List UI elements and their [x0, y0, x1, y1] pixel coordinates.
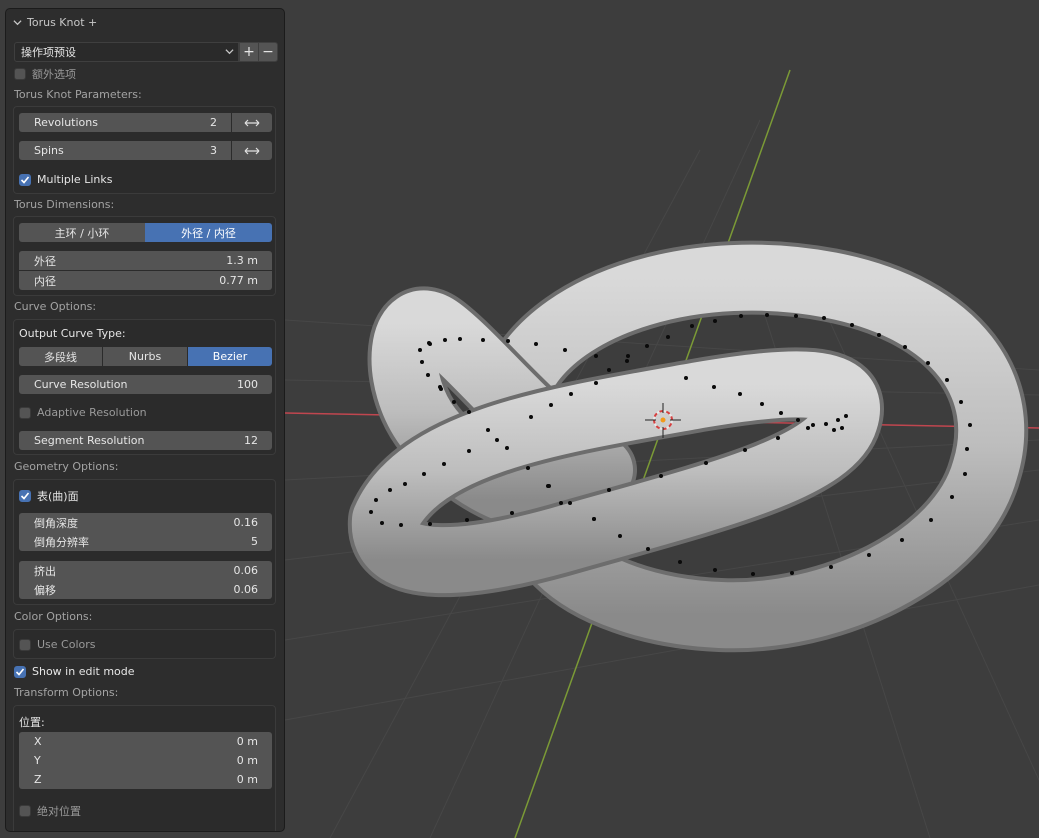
checkbox-box — [14, 665, 26, 678]
curve-resolution-value: 100 — [237, 378, 258, 391]
adaptive-resolution-checkbox[interactable]: Adaptive Resolution — [19, 406, 147, 419]
location-z-field[interactable]: Z 0 m — [19, 770, 272, 789]
output-curve-type-label: Output Curve Type: — [19, 327, 126, 340]
show-in-edit-mode-checkbox[interactable]: Show in edit mode — [14, 665, 135, 678]
outer-radius-field[interactable]: 外径 1.3 m — [19, 251, 272, 270]
adaptive-resolution-label: Adaptive Resolution — [37, 406, 147, 419]
inner-radius-field[interactable]: 内径 0.77 m — [19, 271, 272, 290]
absolute-location-checkbox[interactable]: 绝对位置 — [19, 803, 81, 819]
checkbox-box — [19, 173, 31, 186]
panel-header[interactable]: Torus Knot + — [13, 14, 97, 30]
offset-value: 0.06 — [233, 583, 259, 596]
surface-label: 表(曲)面 — [37, 490, 79, 503]
location-y-field[interactable]: Y 0 m — [19, 751, 272, 770]
bevel-depth-label: 倒角深度 — [34, 516, 78, 530]
checkmark-icon — [20, 492, 30, 500]
preset-dropdown[interactable]: 操作项预设 — [14, 42, 239, 62]
curve-type-bezier-button[interactable]: Bezier — [188, 347, 272, 366]
torus-knot-parameters-box: Revolutions 2 Spins 3 Multiple Links — [13, 106, 276, 194]
offset-field[interactable]: 偏移 0.06 — [19, 580, 272, 599]
use-colors-checkbox[interactable]: Use Colors — [19, 638, 96, 651]
location-label: 位置: — [19, 716, 45, 729]
checkbox-box — [19, 638, 31, 651]
extra-options-label: 额外选项 — [32, 68, 76, 81]
horizontal-arrows-icon — [244, 147, 260, 154]
bevel-depth-field[interactable]: 倒角深度 0.16 — [19, 513, 272, 532]
outer-radius-value: 1.3 m — [226, 254, 258, 267]
section-heading-curve-options: Curve Options: — [14, 300, 97, 313]
color-options-box: Use Colors — [13, 629, 276, 659]
spins-value: 3 — [210, 144, 217, 157]
revolutions-link-button[interactable] — [232, 113, 272, 132]
location-z-label: Z — [34, 773, 42, 786]
segment-resolution-label: Segment Resolution — [34, 434, 145, 447]
curve-type-poly-button[interactable]: 多段线 — [19, 347, 102, 366]
curve-resolution-field[interactable]: Curve Resolution 100 — [19, 375, 272, 394]
checkmark-icon — [20, 175, 30, 184]
redo-last-panel: Torus Knot + 操作项预设 + − 额外选项 Torus Knot P… — [5, 8, 285, 832]
inner-radius-label: 内径 — [34, 274, 56, 288]
inner-radius-value: 0.77 m — [219, 274, 258, 287]
location-x-field[interactable]: X 0 m — [19, 732, 272, 751]
use-colors-label: Use Colors — [37, 638, 96, 651]
bevel-resolution-label: 倒角分辨率 — [34, 535, 89, 549]
revolutions-field[interactable]: Revolutions 2 — [19, 113, 231, 132]
chevron-down-icon — [13, 19, 22, 25]
add-preset-button[interactable]: + — [239, 42, 259, 62]
offset-label: 偏移 — [34, 583, 56, 597]
section-heading-transform-options: Transform Options: — [14, 686, 119, 699]
bevel-resolution-value: 5 — [251, 535, 258, 548]
revolutions-label: Revolutions — [34, 116, 98, 129]
preset-label: 操作项预设 — [21, 46, 76, 59]
curve-options-box: Output Curve Type: 多段线 Nurbs Bezier Curv… — [13, 319, 276, 455]
location-y-label: Y — [34, 754, 41, 767]
checkbox-box — [14, 68, 26, 80]
remove-preset-button[interactable]: − — [258, 42, 278, 62]
curve-resolution-label: Curve Resolution — [34, 378, 128, 391]
outer-radius-label: 外径 — [34, 254, 56, 268]
extra-options-checkbox[interactable]: 额外选项 — [14, 66, 76, 82]
horizontal-arrows-icon — [244, 119, 260, 126]
show-in-edit-mode-label: Show in edit mode — [32, 665, 135, 678]
chevron-down-icon — [225, 49, 234, 55]
spins-label: Spins — [34, 144, 64, 157]
extrude-value: 0.06 — [233, 564, 259, 577]
torus-dimensions-box: 主环 / 小环 外径 / 内径 外径 1.3 m 内径 0.77 m — [13, 216, 276, 296]
extrude-field[interactable]: 挤出 0.06 — [19, 561, 272, 580]
geometry-options-box: 表(曲)面 倒角深度 0.16 倒角分辨率 5 挤出 0.06 偏移 0.06 — [13, 479, 276, 605]
checkbox-box — [19, 406, 31, 419]
segment-resolution-field[interactable]: Segment Resolution 12 — [19, 431, 272, 450]
absolute-location-label: 绝对位置 — [37, 805, 81, 818]
bevel-depth-value: 0.16 — [233, 516, 259, 529]
surface-checkbox[interactable]: 表(曲)面 — [19, 488, 79, 504]
multiple-links-checkbox[interactable]: Multiple Links — [19, 173, 112, 186]
spins-link-button[interactable] — [232, 141, 272, 160]
location-x-label: X — [34, 735, 42, 748]
section-heading-color-options: Color Options: — [14, 610, 93, 623]
spins-field[interactable]: Spins 3 — [19, 141, 231, 160]
location-y-value: 0 m — [236, 754, 258, 767]
transform-options-box: 位置: X 0 m Y 0 m Z 0 m 绝对位置 — [13, 705, 276, 831]
mode-major-minor-button[interactable]: 主环 / 小环 — [19, 223, 145, 242]
multiple-links-label: Multiple Links — [37, 173, 113, 186]
location-z-value: 0 m — [236, 773, 258, 786]
section-heading-geometry-options: Geometry Options: — [14, 460, 119, 473]
checkbox-box — [19, 805, 31, 817]
section-heading-torus-dimensions: Torus Dimensions: — [14, 198, 115, 211]
curve-type-nurbs-button[interactable]: Nurbs — [103, 347, 187, 366]
panel-title: Torus Knot + — [27, 15, 98, 29]
section-heading-torus-knot-parameters: Torus Knot Parameters: — [14, 88, 142, 101]
checkmark-icon — [15, 667, 25, 676]
checkbox-box — [19, 490, 31, 502]
segment-resolution-value: 12 — [244, 434, 258, 447]
revolutions-value: 2 — [210, 116, 217, 129]
extrude-label: 挤出 — [34, 564, 56, 578]
bevel-resolution-field[interactable]: 倒角分辨率 5 — [19, 532, 272, 551]
location-x-value: 0 m — [236, 735, 258, 748]
mode-outer-inner-button[interactable]: 外径 / 内径 — [145, 223, 272, 242]
